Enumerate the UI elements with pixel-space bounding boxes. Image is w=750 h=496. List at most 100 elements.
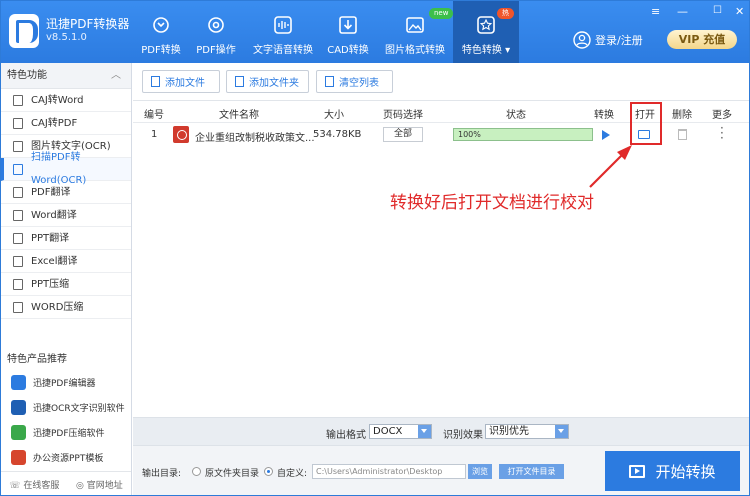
sidebar-item-word-translate[interactable]: Word翻译 [1, 204, 131, 227]
row-size: 534.78KB [313, 129, 362, 140]
play-icon [629, 464, 646, 478]
nav-text-speech[interactable]: 文字语音转换 [249, 1, 317, 63]
sidebar-item-label: PDF翻译 [31, 186, 71, 198]
online-service-link[interactable]: ☏ 在线客服 [9, 478, 59, 491]
progress-bar: 100% [453, 128, 593, 141]
recommend-label: 迅捷OCR文字识别软件 [33, 404, 125, 414]
sidebar-item-scan-pdf-word[interactable]: 扫描PDF转Word(OCR) [1, 152, 131, 186]
recommend-ocr[interactable]: 迅捷OCR文字识别软件 [1, 396, 131, 419]
output-dir-label: 输出目录: [142, 469, 182, 479]
col-filename: 文件名称 [219, 110, 259, 121]
recommend-pdf-editor[interactable]: 迅捷PDF编辑器 [1, 371, 131, 394]
sidebar-item-label: CAJ转Word [31, 94, 84, 106]
row-index: 1 [151, 129, 158, 140]
sidebar-item-caj-word[interactable]: CAJ转Word [1, 89, 131, 112]
maximize-icon[interactable]: ☐ [713, 5, 722, 16]
start-label: 开始转换 [655, 462, 716, 481]
sidebar-item-label: CAJ转PDF [31, 117, 78, 129]
add-folder-button[interactable]: 添加文件夹 [226, 70, 309, 93]
chevron-down-icon [418, 425, 431, 438]
sidebar-item-label: Word翻译 [31, 209, 77, 221]
radio-original-label: 原文件夹目录 [205, 469, 260, 479]
nav-label: 文字语音转换 [253, 45, 313, 56]
pdf-editor-icon [11, 375, 26, 390]
annotation-text: 转换好后打开文档进行校对 [390, 193, 594, 213]
minimize-icon[interactable]: — [677, 5, 688, 18]
hot-badge: 热 [497, 8, 514, 19]
format-select[interactable]: DOCX [369, 424, 432, 439]
recommend-title: 特色产品推荐 [7, 354, 67, 365]
more-icon[interactable]: · · · [720, 122, 724, 144]
document-icon [13, 232, 23, 244]
nav-label: 特色转换 ▾ [461, 45, 511, 56]
globe-icon: ◎ [75, 481, 84, 491]
col-status: 状态 [506, 110, 526, 121]
document-icon [13, 301, 23, 313]
login-label: 登录/注册 [595, 34, 643, 47]
row-filename: 企业重组改制税收政策文... [195, 133, 315, 144]
document-icon [13, 255, 23, 267]
page-select[interactable]: 全部 [383, 127, 423, 142]
annotation-arrow-icon [589, 145, 632, 188]
recommend-label: 办公资源PPT模板 [33, 454, 104, 464]
sidebar-item-excel-translate[interactable]: Excel翻译 [1, 250, 131, 273]
start-convert-button[interactable]: 开始转换 [605, 451, 740, 491]
chevron-down-icon [555, 425, 568, 438]
radio-custom-label: 自定义: [277, 469, 308, 479]
website-link[interactable]: ◎ 官网地址 [76, 478, 123, 491]
document-icon [13, 278, 23, 290]
sidebar-item-ppt-translate[interactable]: PPT翻译 [1, 227, 131, 250]
nav-label: CAD转换 [327, 45, 369, 56]
add-file-button[interactable]: 添加文件 [142, 70, 220, 93]
output-path-input[interactable]: C:\Users\Administrator\Desktop [312, 464, 466, 479]
recommend-label: 迅捷PDF编辑器 [33, 379, 96, 389]
pdf-file-icon [173, 126, 189, 143]
nav-pdf-convert[interactable]: PDF转换 [137, 1, 185, 63]
format-row: 输出格式 DOCX 识别效果 识别优先 [133, 418, 749, 446]
nav-cad-convert[interactable]: CAD转换 [324, 1, 372, 63]
sidebar-item-label: PPT翻译 [31, 232, 70, 244]
app-window: 迅捷PDF转换器 v8.5.1.0 PDF转换 PDF操作 文字语音转换 CAD… [0, 0, 750, 496]
recommend-ppt[interactable]: 办公资源PPT模板 [1, 446, 131, 469]
nav-special-convert[interactable]: 特色转换 ▾ 热 [453, 1, 519, 63]
col-convert: 转换 [594, 110, 614, 121]
add-folder-label: 添加文件夹 [249, 78, 299, 89]
nav-pdf-operate[interactable]: PDF操作 [192, 1, 240, 63]
nav-label: 图片格式转换 [385, 45, 445, 56]
app-logo-icon [9, 14, 39, 48]
sidebar-item-word-compress[interactable]: WORD压缩 [1, 296, 131, 319]
format-value: DOCX [373, 426, 403, 437]
gear-icon [208, 17, 224, 33]
effect-value: 识别优先 [489, 426, 529, 437]
login-link[interactable]: 登录/注册 [573, 31, 643, 49]
add-file-label: 添加文件 [165, 78, 205, 89]
sidebar-item-label: PPT压缩 [31, 278, 70, 290]
browse-button[interactable]: 浏览 [468, 464, 492, 479]
radio-custom[interactable] [264, 467, 273, 476]
chevron-up-icon[interactable]: ︿ [111, 63, 121, 89]
menu-icon[interactable]: ≡ [651, 5, 660, 18]
recommend-compress[interactable]: 迅捷PDF压缩软件 [1, 421, 131, 444]
recommend-section: 特色产品推荐 迅捷PDF编辑器 迅捷OCR文字识别软件 迅捷PDF压缩软件 办公… [1, 349, 131, 471]
close-icon[interactable]: ✕ [735, 5, 744, 18]
app-version: v8.5.1.0 [46, 32, 87, 43]
app-title: 迅捷PDF转换器 [46, 17, 130, 31]
open-folder-button[interactable]: 打开文件目录 [499, 464, 564, 479]
sidebar-item-ppt-compress[interactable]: PPT压缩 [1, 273, 131, 296]
clear-list-button[interactable]: 清空列表 [316, 70, 393, 93]
sidebar-item-caj-pdf[interactable]: CAJ转PDF [1, 112, 131, 135]
radio-original[interactable] [192, 467, 201, 476]
star-icon [477, 16, 495, 34]
document-icon [13, 209, 23, 221]
sidebar-section-header[interactable]: 特色功能 ︿ [1, 63, 131, 89]
document-icon [13, 140, 23, 152]
vip-button[interactable]: VIP 充值 [667, 30, 737, 49]
delete-icon[interactable] [678, 129, 687, 140]
add-folder-icon [235, 76, 244, 87]
effect-select[interactable]: 识别优先 [485, 424, 569, 439]
nav-image-convert[interactable]: 图片格式转换 new [381, 1, 454, 63]
nav-label: PDF操作 [196, 45, 236, 56]
document-icon [13, 163, 23, 175]
new-badge: new [429, 8, 454, 19]
col-index: 编号 [144, 110, 164, 121]
